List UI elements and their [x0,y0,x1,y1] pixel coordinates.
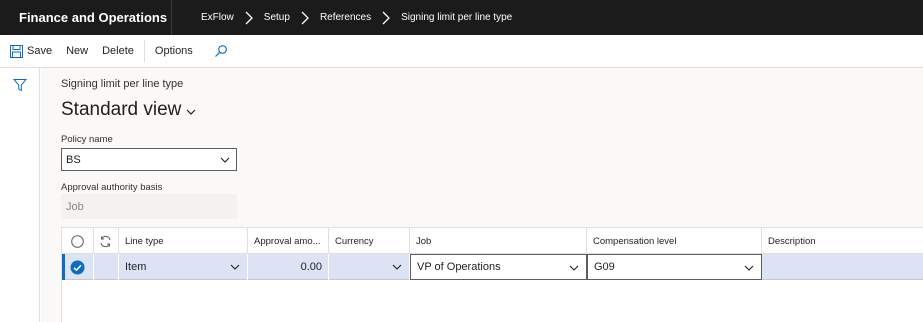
action-pane: Save New Delete Options [0,35,923,68]
breadcrumb-item-current[interactable]: Signing limit per line type [401,12,512,23]
chevron-down-icon [220,157,230,163]
approval-amount-field[interactable]: 0.00 [248,254,329,280]
policy-name-label: Policy name [61,134,113,145]
breadcrumb-item-exflow[interactable]: ExFlow [201,12,234,23]
table-row[interactable]: Item 0.00 VP of Operations G09 [62,254,923,280]
main-content: Signing limit per line type Standard vie… [41,68,923,322]
options-label: Options [154,45,193,57]
approval-authority-label: Approval authority basis [61,182,163,193]
save-button[interactable]: Save [0,35,59,68]
delete-label: Delete [102,45,134,57]
search-icon[interactable] [214,44,228,58]
chevron-right-icon [379,11,393,25]
job-value: VP of Operations [417,261,501,273]
chevron-right-icon [242,11,256,25]
refresh-cell[interactable] [94,228,119,254]
chevron-down-icon [392,264,402,270]
breadcrumb: ExFlow Setup References Signing limit pe… [172,11,512,25]
divider [143,40,145,62]
job-select[interactable]: VP of Operations [410,254,587,280]
policy-name-value: BS [66,153,81,166]
compensation-level-select[interactable]: G09 [587,254,762,280]
page-subtitle: Signing limit per line type [61,78,184,90]
approval-authority-value: Job [66,200,84,213]
select-all-cell[interactable] [62,228,94,254]
chevron-down-icon [744,265,754,271]
breadcrumb-item-references[interactable]: References [320,12,371,23]
column-header-description[interactable]: Description [762,228,923,254]
chevron-down-icon [230,264,240,270]
refresh-icon [100,235,111,247]
filter-pane [0,68,40,322]
signing-limit-grid: Line type Approval amo... Currency Job C… [61,227,923,322]
description-field[interactable] [762,254,923,280]
line-type-select[interactable]: Item [119,254,248,280]
breadcrumb-item-setup[interactable]: Setup [264,12,290,23]
row-status-cell [94,254,119,280]
column-header-approval-amount[interactable]: Approval amo... [248,228,329,254]
currency-select[interactable] [329,254,410,280]
select-all-radio-icon [71,234,84,248]
grid-header: Line type Approval amo... Currency Job C… [62,228,923,254]
app-title[interactable]: Finance and Operations [0,0,172,35]
approval-amount-value: 0.00 [300,261,322,273]
compensation-level-value: G09 [594,261,615,273]
chevron-right-icon [298,11,312,25]
column-header-currency[interactable]: Currency [329,228,410,254]
delete-button[interactable]: Delete [95,35,141,68]
column-header-job[interactable]: Job [410,228,587,254]
options-button[interactable]: Options [148,35,200,68]
column-header-compensation-level[interactable]: Compensation level [587,228,762,254]
column-header-line-type[interactable]: Line type [119,228,248,254]
line-type-value: Item [125,261,147,273]
top-navigation-bar: Finance and Operations ExFlow Setup Refe… [0,0,923,35]
row-selected-marker [62,254,65,280]
view-title: Standard view [61,99,182,120]
save-label: Save [27,45,53,57]
policy-name-select[interactable]: BS [61,148,237,171]
checkmark-circle-icon [70,260,85,274]
save-icon [10,44,23,58]
row-select-cell[interactable] [62,254,94,280]
chevron-down-icon [569,265,579,271]
chevron-down-icon [186,109,196,115]
view-selector[interactable]: Standard view [61,99,197,121]
new-label: New [66,45,89,57]
new-button[interactable]: New [59,35,95,68]
approval-authority-field: Job [61,194,237,219]
filter-icon[interactable] [13,78,27,92]
